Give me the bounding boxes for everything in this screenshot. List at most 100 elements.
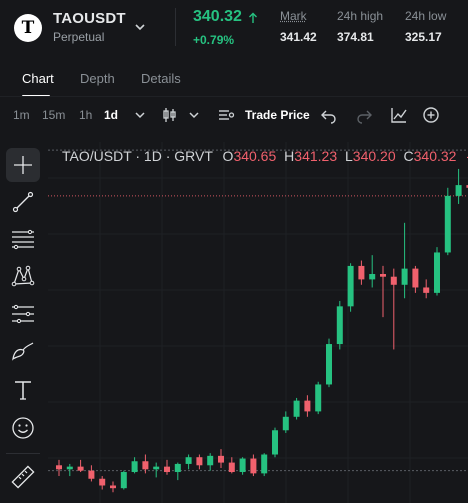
candle-body [261,454,268,474]
ruler-tool[interactable] [6,460,40,494]
candle-body [282,416,289,431]
crosshair-tool[interactable] [6,148,40,182]
ruler-icon [11,465,35,489]
fib-lines-tool[interactable] [6,222,40,256]
trend-line-tool[interactable] [6,185,40,219]
candle-body [412,268,419,288]
candle-body [423,287,430,293]
tab-details[interactable]: Details [141,71,181,86]
legend-high-value: 341.23 [294,148,338,164]
candle-body [347,265,354,307]
pattern-icon [11,265,35,287]
chevron-down-icon[interactable] [133,20,147,34]
candle-body [131,461,138,473]
line-chart-icon[interactable] [388,104,410,126]
tabs-divider [0,96,468,97]
emoji-tool[interactable] [6,411,40,445]
price-level-lines [48,149,468,472]
candle-body [380,274,386,277]
candle-body [228,462,235,473]
candle-body [164,466,170,473]
brush-icon [12,342,34,361]
candle-body [196,457,203,466]
candle-body [390,276,397,285]
candle-body [369,274,376,280]
indicators-icon[interactable] [215,104,237,126]
candle-body [99,478,106,486]
candle-body [218,455,224,463]
candle-body [293,400,300,417]
high-24h-value: 374.81 [337,30,374,44]
candle-body [455,185,462,196]
candle-body [56,465,62,470]
chevron-down-icon[interactable] [129,104,151,126]
undo-icon[interactable] [318,104,340,126]
toolbar-divider [6,453,40,454]
timeframe-1h[interactable]: 1h [79,108,92,122]
mark-value: 341.42 [280,30,317,44]
timeframe-1m[interactable]: 1m [13,108,30,122]
candle-body [434,252,440,293]
add-icon[interactable] [420,104,442,126]
low-24h-label: 24h low [405,9,447,23]
legend-close-label: C [403,148,414,164]
candle-body [77,466,84,471]
candlestick-icon[interactable] [159,104,181,126]
legend-title: TAO/USDT · 1D · GRVT [62,148,213,164]
chart-toolbar: 1m 15m 1h 1d Trade Price [0,100,468,130]
market-header: T TAOUSDT Perpetual 340.32 +0.79% Mark 3… [0,0,468,56]
price-up-arrow-icon [249,12,257,23]
emoji-icon [12,417,34,439]
symbol-name[interactable]: TAOUSDT [53,10,126,27]
candle-body [358,265,365,280]
price-chart[interactable] [48,142,468,503]
last-price: 340.32 [193,8,242,25]
candle-body [444,195,451,253]
fib-lines-icon [12,229,34,250]
parallel-channel-icon [12,304,34,324]
parallel-channel-tool[interactable] [6,297,40,331]
low-24h-value: 325.17 [405,30,442,44]
tab-chart[interactable]: Chart [22,71,54,86]
candle-body [304,400,311,412]
brush-tool[interactable] [6,334,40,368]
candle-body [207,455,214,466]
candle-body [401,268,408,285]
candle-body [66,466,73,470]
price-change-percent: +0.79% [193,33,235,47]
crosshair-icon [14,156,32,174]
candlestick-series [56,168,468,493]
legend-open-label: O [222,148,234,164]
candle-body [120,472,127,489]
redo-icon[interactable] [353,104,375,126]
candle-body [326,344,332,385]
tab-depth[interactable]: Depth [80,71,115,86]
candle-body [239,458,246,473]
contract-type: Perpetual [53,30,105,44]
legend-low-label: L [345,148,353,164]
candle-body [153,466,160,470]
candle-body [110,485,116,489]
timeframe-1d[interactable]: 1d [104,108,118,122]
legend-high-label: H [284,148,295,164]
candle-body [174,463,181,473]
ohlc-legend: TAO/USDT · 1D · GRVT O340.65 H341.23 L34… [62,148,468,164]
candle-body [315,384,322,412]
price-source-button[interactable]: Trade Price [245,108,310,122]
candle-body [250,458,257,474]
pattern-tool[interactable] [6,259,40,293]
candle-body [142,461,149,470]
legend-open-value: 340.65 [233,148,277,164]
text-icon [15,381,31,400]
text-tool[interactable] [6,373,40,407]
legend-low-value: 340.20 [352,148,396,164]
candle-body [88,470,95,479]
chevron-down-icon[interactable] [183,104,205,126]
legend-close-value: 340.32 [413,148,457,164]
header-divider [175,8,176,46]
tao-logo: T [14,14,42,42]
high-24h-label: 24h high [337,9,384,23]
mark-label[interactable]: Mark [280,9,307,23]
candle-body [336,306,343,345]
timeframe-15m[interactable]: 15m [42,108,65,122]
